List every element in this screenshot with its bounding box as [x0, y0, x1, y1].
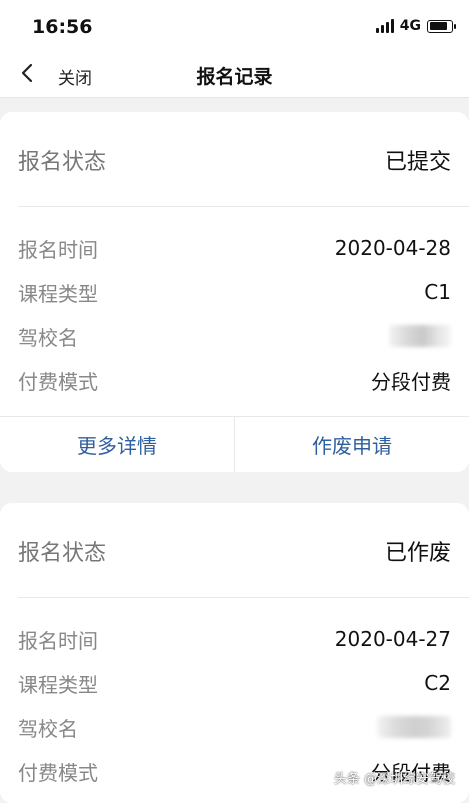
- detail-value: C2: [424, 671, 451, 695]
- detail-value: 分段付费: [371, 366, 451, 395]
- more-details-button[interactable]: 更多详情: [0, 417, 234, 472]
- detail-row-course: 课程类型 C1: [18, 270, 451, 314]
- detail-value: C1: [424, 280, 451, 304]
- battery-icon: [427, 20, 453, 33]
- status-row: 报名状态 已作废: [18, 531, 451, 571]
- record-card: 报名状态 已提交 报名时间 2020-04-28 课程类型 C1 驾校名 付费模…: [0, 112, 469, 472]
- status-time: 16:56: [32, 16, 92, 38]
- detail-label: 驾校名: [18, 322, 78, 351]
- record-card: 报名状态 已作废 报名时间 2020-04-27 课程类型 C2 驾校名 付费模…: [0, 503, 469, 803]
- detail-label: 驾校名: [18, 713, 78, 742]
- detail-row-course: 课程类型 C2: [18, 661, 451, 705]
- detail-row-date: 报名时间 2020-04-27: [18, 617, 451, 661]
- redacted-value: [389, 325, 451, 347]
- card-actions: 更多详情 作废申请: [0, 416, 469, 472]
- detail-row-school: 驾校名: [18, 314, 451, 358]
- detail-row-school: 驾校名: [18, 705, 451, 749]
- status-value: 已提交: [385, 144, 451, 176]
- detail-label: 课程类型: [18, 669, 98, 698]
- divider: [18, 206, 469, 207]
- nav-bar: 关闭 报名记录: [0, 50, 469, 98]
- record-details: 报名时间 2020-04-27 课程类型 C2 驾校名 付费模式 分段付费: [18, 617, 451, 793]
- record-details: 报名时间 2020-04-28 课程类型 C1 驾校名 付费模式 分段付费: [18, 226, 451, 402]
- redacted-value: [377, 716, 451, 738]
- detail-label: 付费模式: [18, 757, 98, 786]
- detail-row-date: 报名时间 2020-04-28: [18, 226, 451, 270]
- status-value: 已作废: [385, 535, 451, 567]
- detail-value: 2020-04-27: [335, 627, 451, 651]
- detail-label: 课程类型: [18, 278, 98, 307]
- signal-icon: [376, 19, 394, 33]
- status-row: 报名状态 已提交: [18, 140, 451, 180]
- page-title: 报名记录: [0, 62, 469, 89]
- status-label: 报名状态: [18, 535, 106, 567]
- detail-label: 报名时间: [18, 625, 98, 654]
- watermark: 头条 @深圳综安驾校: [334, 768, 455, 787]
- divider: [18, 597, 469, 598]
- status-indicators: 4G: [376, 18, 453, 34]
- detail-label: 报名时间: [18, 234, 98, 263]
- detail-row-payment: 付费模式 分段付费: [18, 358, 451, 402]
- detail-label: 付费模式: [18, 366, 98, 395]
- status-bar: 16:56 4G: [0, 0, 469, 50]
- cancel-application-button[interactable]: 作废申请: [234, 417, 469, 472]
- network-type: 4G: [400, 18, 421, 34]
- detail-value: 2020-04-28: [335, 236, 451, 260]
- status-label: 报名状态: [18, 144, 106, 176]
